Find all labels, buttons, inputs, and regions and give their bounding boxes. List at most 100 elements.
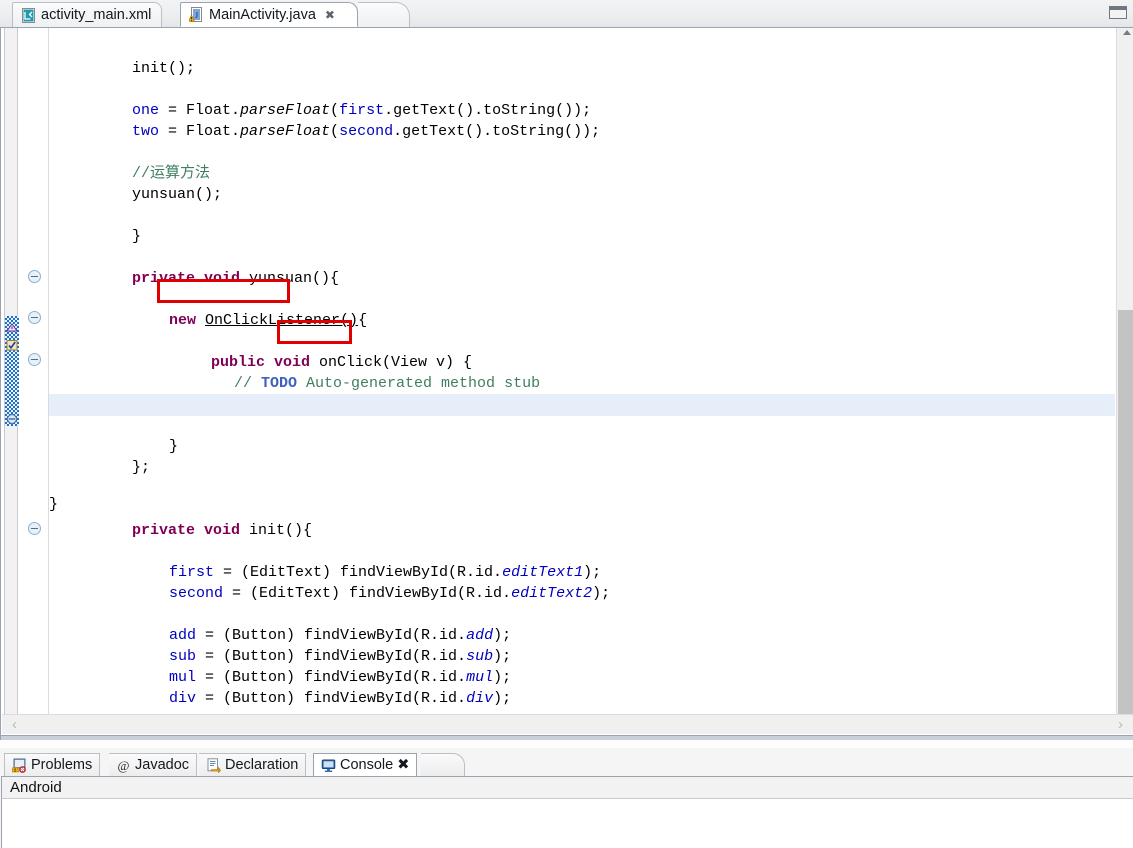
panel-tab-declaration[interactable]: Declaration bbox=[199, 753, 307, 776]
javadoc-at-icon: @ bbox=[116, 758, 131, 773]
warning-marker-icon[interactable] bbox=[6, 321, 18, 333]
code-token: = (Button) findViewById(R.id. bbox=[196, 648, 467, 665]
editor-fold-gutter[interactable] bbox=[20, 28, 49, 731]
code-line: }; bbox=[132, 457, 150, 478]
editor-vertical-scrollbar[interactable] bbox=[1116, 28, 1133, 731]
fold-collapse-icon[interactable] bbox=[28, 353, 41, 366]
scroll-left-arrow-icon[interactable]: ‹ bbox=[12, 716, 17, 733]
code-token: second bbox=[169, 585, 224, 602]
code-token: sub bbox=[169, 648, 197, 665]
code-token: yunsuan(); bbox=[132, 186, 223, 203]
xml-file-icon bbox=[21, 7, 36, 23]
panel-tab-javadoc[interactable]: @ Javadoc bbox=[109, 753, 198, 776]
java-source-editor: init(); one = Float.parseFloat(first.getT… bbox=[0, 28, 1133, 740]
code-token: new bbox=[169, 312, 197, 329]
code-token: // bbox=[234, 375, 262, 392]
java-file-warning-icon: J bbox=[189, 7, 204, 22]
editor-tab-label: MainActivity.java bbox=[209, 6, 316, 23]
code-line: init(); bbox=[132, 58, 195, 79]
scroll-right-arrow-icon[interactable]: › bbox=[1118, 716, 1123, 733]
code-token: ); bbox=[493, 627, 512, 644]
code-token: first bbox=[169, 564, 215, 581]
editor-bottom-divider bbox=[1, 735, 1133, 740]
code-token: = (Button) findViewById(R.id. bbox=[196, 627, 467, 644]
panel-tab-label: Problems bbox=[31, 757, 93, 773]
code-token: sub bbox=[466, 648, 494, 665]
code-line: } bbox=[132, 226, 141, 247]
svg-text:@: @ bbox=[118, 758, 130, 773]
code-token: init(); bbox=[132, 60, 196, 77]
svg-text:J: J bbox=[195, 11, 198, 20]
code-token: ( bbox=[330, 102, 340, 119]
editor-tab-close-icon[interactable]: ✖ bbox=[325, 9, 335, 21]
code-token: one bbox=[132, 102, 160, 119]
console-icon bbox=[321, 758, 336, 773]
code-line: first = (EditText) findViewById(R.id.edi… bbox=[169, 562, 601, 583]
code-token: mul bbox=[466, 669, 494, 686]
vertical-scrollbar-thumb[interactable] bbox=[1118, 310, 1133, 731]
code-token: parseFloat bbox=[240, 102, 331, 119]
scroll-up-arrow-icon[interactable] bbox=[1123, 30, 1131, 35]
bottom-view-panel: Problems @ Javadoc Declaration Console ✖… bbox=[0, 748, 1133, 848]
code-text-area[interactable]: init(); one = Float.parseFloat(first.getT… bbox=[49, 28, 1115, 731]
fold-collapse-icon[interactable] bbox=[28, 311, 41, 324]
code-line: sub = (Button) findViewById(R.id.sub); bbox=[169, 646, 511, 667]
code-line: // TODO Auto-generated method stub bbox=[234, 373, 540, 394]
code-token: }; bbox=[132, 459, 151, 476]
panel-tab-label: Console bbox=[340, 757, 394, 773]
console-output-area[interactable] bbox=[1, 798, 1133, 848]
code-line: } bbox=[169, 436, 178, 457]
code-token: second bbox=[339, 123, 394, 140]
panel-tab-trail bbox=[421, 753, 465, 776]
declaration-icon bbox=[206, 757, 221, 773]
code-line: //运算方法 bbox=[132, 163, 210, 184]
code-line: second = (EditText) findViewById(R.id.ed… bbox=[169, 583, 610, 604]
code-token: TODO bbox=[261, 375, 298, 392]
fold-collapse-icon[interactable] bbox=[28, 522, 41, 535]
panel-tab-close-icon[interactable]: ✖ bbox=[397, 757, 409, 773]
code-line: one = Float.parseFloat(first.getText().t… bbox=[132, 100, 591, 121]
panel-tab-console[interactable]: Console ✖ bbox=[313, 753, 418, 776]
code-token: add bbox=[169, 627, 197, 644]
panel-tab-label: Javadoc bbox=[135, 757, 190, 773]
code-line: } bbox=[49, 494, 58, 515]
code-token: div bbox=[169, 690, 197, 707]
code-token: ( bbox=[330, 123, 340, 140]
editor-tab-label: activity_main.xml bbox=[41, 7, 152, 23]
code-line: mul = (Button) findViewById(R.id.mul); bbox=[169, 667, 511, 688]
problems-icon bbox=[12, 758, 27, 773]
code-token: ); bbox=[592, 585, 611, 602]
code-token: private void bbox=[132, 522, 241, 539]
code-line: public void onClick(View v) { bbox=[211, 352, 472, 373]
code-token: Auto-generated method stub bbox=[297, 375, 541, 392]
editor-tab-activity-main-xml[interactable]: activity_main.xml bbox=[12, 2, 162, 27]
code-line: private void init(){ bbox=[132, 520, 312, 541]
code-token: { bbox=[358, 312, 368, 329]
panel-tab-problems[interactable]: Problems bbox=[4, 753, 101, 776]
code-token: public void bbox=[211, 354, 311, 371]
editor-tab-mainactivity-java[interactable]: J MainActivity.java ✖ bbox=[180, 2, 358, 27]
fold-collapse-icon[interactable] bbox=[28, 270, 41, 283]
code-token: //运算方法 bbox=[132, 165, 211, 182]
maximize-restore-button[interactable] bbox=[1109, 6, 1127, 19]
code-token: = (Button) findViewById(R.id. bbox=[196, 669, 467, 686]
code-token: private void bbox=[132, 270, 241, 287]
editor-horizontal-scrollbar[interactable]: ‹ › bbox=[2, 714, 1133, 734]
code-line: yunsuan(); bbox=[132, 184, 222, 205]
task-marker-icon[interactable] bbox=[6, 338, 18, 351]
code-token: editText1 bbox=[502, 564, 584, 581]
code-token: } bbox=[169, 438, 179, 455]
bookmark-marker-icon[interactable] bbox=[6, 412, 18, 424]
code-token: mul bbox=[169, 669, 197, 686]
code-token: add bbox=[466, 627, 494, 644]
code-token: = Float. bbox=[159, 102, 241, 119]
code-token: } bbox=[132, 228, 142, 245]
code-token: onClick(View v) { bbox=[310, 354, 473, 371]
code-token: editText2 bbox=[511, 585, 593, 602]
code-token: .getText().toString()); bbox=[393, 123, 601, 140]
editor-overview-ruler[interactable] bbox=[4, 28, 19, 731]
code-token: two bbox=[132, 123, 160, 140]
code-token: ); bbox=[493, 690, 512, 707]
code-token: first bbox=[339, 102, 385, 119]
